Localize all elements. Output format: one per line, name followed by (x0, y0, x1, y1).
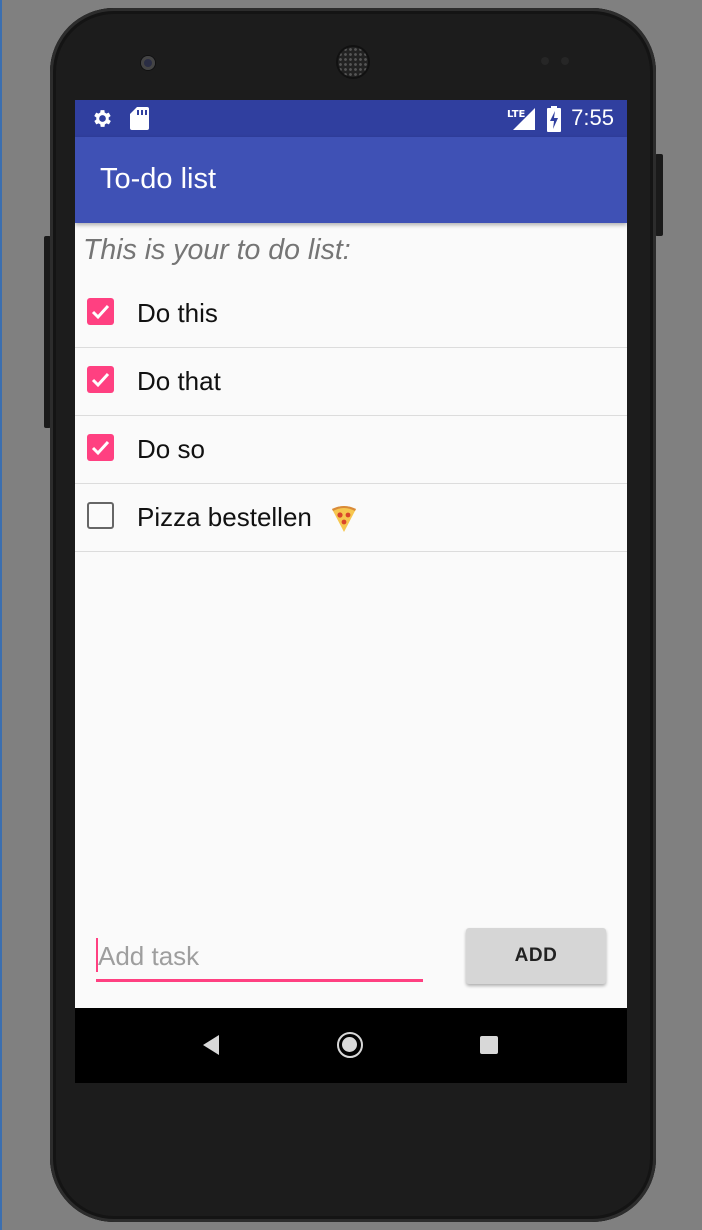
task-label: Do this (137, 298, 218, 328)
task-label: Pizza bestellen (137, 502, 312, 532)
sd-card-icon (130, 107, 149, 134)
task-label: Do so (137, 434, 205, 464)
add-task-input[interactable] (96, 933, 423, 979)
app-title: To-do list (100, 163, 217, 195)
add-button[interactable]: ADD (466, 928, 606, 984)
navigation-bar (75, 1008, 627, 1083)
list-heading: This is your to do list: (83, 234, 351, 266)
task-checkbox-unchecked[interactable] (87, 502, 114, 529)
task-checkbox-checked[interactable] (87, 434, 114, 461)
power-button (655, 154, 663, 236)
app-bar: To-do list (75, 137, 627, 223)
light-sensor (561, 57, 569, 65)
proximity-sensor (541, 57, 549, 65)
network-type-label: LTE (507, 109, 526, 120)
task-row[interactable]: Do that (75, 348, 627, 416)
task-row[interactable]: Do this (75, 280, 627, 348)
status-time: 7:55 (571, 105, 614, 130)
recents-icon[interactable] (480, 1036, 498, 1054)
left-edge-strip (0, 0, 2, 1230)
task-row[interactable]: Do so (75, 416, 627, 484)
task-label: Do that (137, 366, 221, 396)
text-cursor (96, 938, 98, 972)
settings-gear-icon (91, 107, 114, 134)
earpiece-speaker (338, 47, 368, 77)
input-underline (96, 979, 423, 982)
front-camera (141, 56, 155, 70)
back-icon[interactable] (202, 1034, 220, 1060)
task-row[interactable]: Pizza bestellen (75, 484, 627, 552)
status-bar: LTE 7:55 (75, 100, 627, 137)
add-task-field[interactable] (96, 933, 423, 983)
lte-signal-icon: LTE (507, 106, 537, 136)
task-list: Do this Do that Do so Pizza bestellen (75, 280, 627, 552)
pizza-icon (329, 504, 359, 538)
task-checkbox-checked[interactable] (87, 298, 114, 325)
task-checkbox-checked[interactable] (87, 366, 114, 393)
device-screen: LTE 7:55 To-do list This is your to do l… (75, 100, 627, 1083)
home-icon[interactable] (337, 1032, 363, 1058)
battery-charging-icon (546, 106, 562, 136)
